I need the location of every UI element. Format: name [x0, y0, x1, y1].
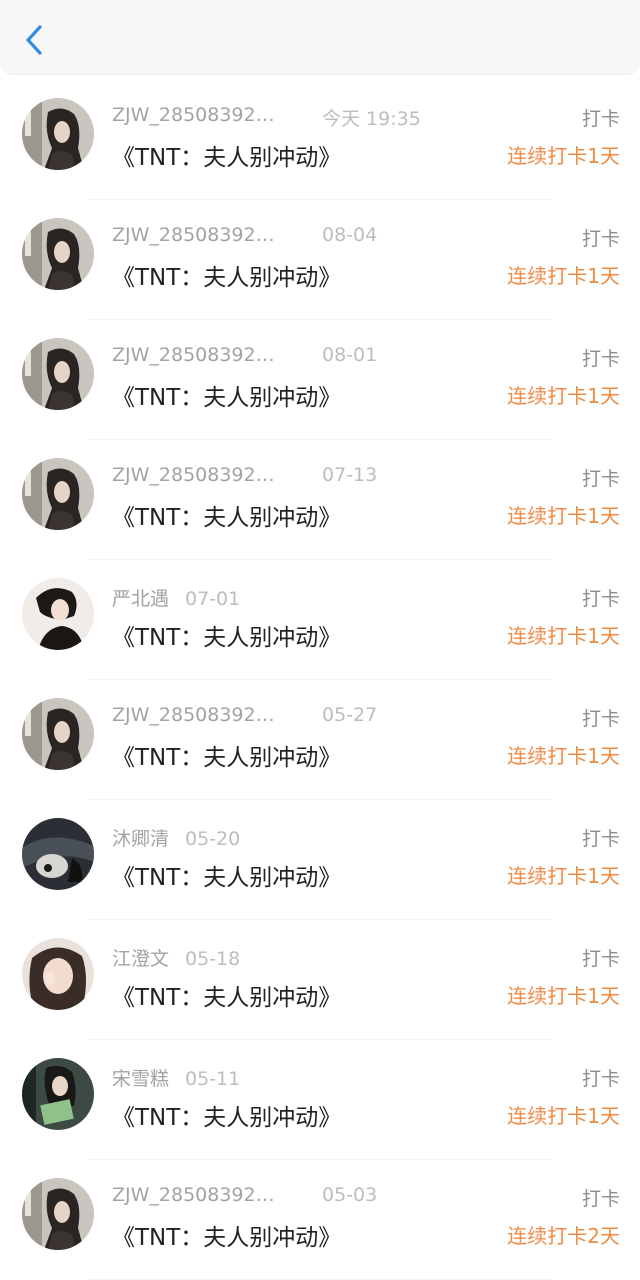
user-name[interactable]: 江澄文 — [112, 944, 169, 971]
avatar[interactable] — [22, 98, 94, 170]
item-meta: ZJW_28508392… 05-03 — [112, 1184, 377, 1212]
post-date: 07-13 — [322, 464, 378, 486]
post-date: 05-27 — [322, 704, 378, 726]
list-item[interactable]: ZJW_28508392… 08-04 《TNT：夫人别冲动》 打卡 连续打卡1天 — [0, 200, 640, 320]
avatar[interactable] — [22, 1178, 94, 1250]
user-name[interactable]: 严北遇 — [112, 584, 169, 611]
checkin-list: ZJW_28508392… 今天 19:35 《TNT：夫人别冲动》 打卡 连续打… — [0, 80, 640, 1280]
list-item[interactable]: 江澄文 05-18 《TNT：夫人别冲动》 打卡 连续打卡1天 — [0, 920, 640, 1040]
checkin-tag: 打卡 — [581, 708, 620, 730]
book-title[interactable]: 《TNT：夫人别冲动》 — [112, 618, 341, 652]
user-name[interactable]: ZJW_28508392… — [112, 104, 296, 126]
avatar[interactable] — [22, 698, 94, 770]
user-name[interactable]: 宋雪糕 — [112, 1064, 169, 1091]
item-meta: ZJW_28508392… 今天 19:35 — [112, 104, 421, 132]
post-date: 08-04 — [322, 224, 378, 246]
checkin-tag: 打卡 — [581, 1188, 620, 1210]
avatar[interactable] — [22, 938, 94, 1010]
book-title[interactable]: 《TNT：夫人别冲动》 — [112, 1098, 341, 1132]
avatar[interactable] — [22, 458, 94, 530]
streak-badge: 连续打卡1天 — [507, 384, 620, 408]
list-item[interactable]: ZJW_28508392… 今天 19:35 《TNT：夫人别冲动》 打卡 连续打… — [0, 80, 640, 200]
top-bar — [0, 0, 640, 75]
list-item[interactable]: 宋雪糕 05-11 《TNT：夫人别冲动》 打卡 连续打卡1天 — [0, 1040, 640, 1160]
avatar[interactable] — [22, 578, 94, 650]
streak-badge: 连续打卡1天 — [507, 504, 620, 528]
checkin-tag: 打卡 — [581, 468, 620, 490]
user-name[interactable]: ZJW_28508392… — [112, 224, 296, 246]
item-meta: ZJW_28508392… 05-27 — [112, 704, 377, 732]
user-name[interactable]: ZJW_28508392… — [112, 1184, 296, 1206]
checkin-tag: 打卡 — [581, 828, 620, 850]
checkin-tag: 打卡 — [581, 348, 620, 370]
list-item[interactable]: 严北遇 07-01 《TNT：夫人别冲动》 打卡 连续打卡1天 — [0, 560, 640, 680]
streak-badge: 连续打卡1天 — [507, 1104, 620, 1128]
streak-badge: 连续打卡1天 — [507, 984, 620, 1008]
back-button[interactable] — [18, 20, 54, 60]
book-title[interactable]: 《TNT：夫人别冲动》 — [112, 378, 341, 412]
item-meta: 宋雪糕 05-11 — [112, 1064, 240, 1092]
item-meta: ZJW_28508392… 07-13 — [112, 464, 377, 492]
list-item[interactable]: 沐卿清 05-20 《TNT：夫人别冲动》 打卡 连续打卡1天 — [0, 800, 640, 920]
book-title[interactable]: 《TNT：夫人别冲动》 — [112, 258, 341, 292]
checkin-tag: 打卡 — [581, 108, 620, 130]
streak-badge: 连续打卡1天 — [507, 864, 620, 888]
list-item[interactable]: ZJW_28508392… 05-03 《TNT：夫人别冲动》 打卡 连续打卡2天 — [0, 1160, 640, 1280]
streak-badge: 连续打卡1天 — [507, 744, 620, 768]
user-name[interactable]: ZJW_28508392… — [112, 344, 296, 366]
checkin-tag: 打卡 — [581, 228, 620, 250]
book-title[interactable]: 《TNT：夫人别冲动》 — [112, 1218, 341, 1252]
list-item[interactable]: ZJW_28508392… 07-13 《TNT：夫人别冲动》 打卡 连续打卡1天 — [0, 440, 640, 560]
streak-badge: 连续打卡1天 — [507, 264, 620, 288]
post-date: 07-01 — [185, 588, 241, 610]
book-title[interactable]: 《TNT：夫人别冲动》 — [112, 978, 341, 1012]
avatar[interactable] — [22, 818, 94, 890]
avatar[interactable] — [22, 338, 94, 410]
avatar[interactable] — [22, 1058, 94, 1130]
list-item[interactable]: ZJW_28508392… 05-27 《TNT：夫人别冲动》 打卡 连续打卡1天 — [0, 680, 640, 800]
item-meta: ZJW_28508392… 08-04 — [112, 224, 377, 252]
post-date: 05-18 — [185, 948, 241, 970]
chevron-left-icon — [26, 25, 42, 55]
book-title[interactable]: 《TNT：夫人别冲动》 — [112, 858, 341, 892]
post-date: 05-20 — [185, 828, 241, 850]
streak-badge: 连续打卡1天 — [507, 144, 620, 168]
item-meta: 严北遇 07-01 — [112, 584, 240, 612]
item-meta: 沐卿清 05-20 — [112, 824, 240, 852]
checkin-tag: 打卡 — [581, 1068, 620, 1090]
item-meta: ZJW_28508392… 08-01 — [112, 344, 377, 372]
book-title[interactable]: 《TNT：夫人别冲动》 — [112, 498, 341, 532]
item-meta: 江澄文 05-18 — [112, 944, 240, 972]
user-name[interactable]: ZJW_28508392… — [112, 704, 296, 726]
book-title[interactable]: 《TNT：夫人别冲动》 — [112, 138, 341, 172]
book-title[interactable]: 《TNT：夫人别冲动》 — [112, 738, 341, 772]
post-date: 05-11 — [185, 1068, 241, 1090]
post-date: 今天 19:35 — [322, 108, 421, 130]
checkin-tag: 打卡 — [581, 588, 620, 610]
post-date: 05-03 — [322, 1184, 378, 1206]
checkin-tag: 打卡 — [581, 948, 620, 970]
streak-badge: 连续打卡1天 — [507, 624, 620, 648]
user-name[interactable]: 沐卿清 — [112, 824, 169, 851]
user-name[interactable]: ZJW_28508392… — [112, 464, 296, 486]
list-item[interactable]: ZJW_28508392… 08-01 《TNT：夫人别冲动》 打卡 连续打卡1天 — [0, 320, 640, 440]
avatar[interactable] — [22, 218, 94, 290]
post-date: 08-01 — [322, 344, 378, 366]
